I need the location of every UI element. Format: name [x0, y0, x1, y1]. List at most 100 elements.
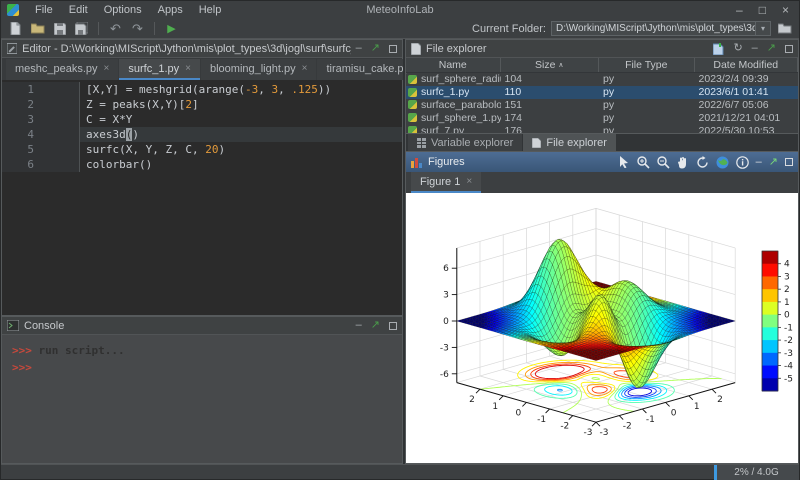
detach-panel-icon[interactable]: ↗	[371, 320, 380, 331]
code-text: C = X*Y	[80, 112, 132, 127]
undo-icon[interactable]: ↶	[107, 21, 124, 36]
column-header-name[interactable]: Name	[406, 58, 501, 72]
editor-tabbar: meshc_peaks.py×surfc_1.py×blooming_light…	[2, 58, 402, 80]
column-header-file-type[interactable]: File Type	[599, 58, 695, 72]
close-tab-icon[interactable]: ×	[466, 176, 472, 187]
new-file-icon[interactable]	[7, 21, 24, 36]
console-header: Console – ↗	[2, 317, 402, 335]
zoom-in-icon[interactable]	[637, 156, 650, 169]
file-row-surf_sphere_radius.py[interactable]: surf_sphere_radius.py104py2023/2/4 09:39	[406, 73, 798, 86]
code-text: [X,Y] = meshgrid(arange(-3, 3, .125))	[80, 82, 331, 97]
figures-header: Figures – ↗	[406, 152, 798, 172]
window-controls: – □ ×	[736, 3, 793, 17]
current-folder-label: Current Folder:	[472, 23, 546, 35]
pan-hand-icon[interactable]	[677, 156, 689, 169]
meteoinfolab-window: FileEditOptionsAppsHelp MeteoInfoLab – □…	[0, 0, 800, 480]
python-file-icon	[408, 113, 417, 122]
detach-panel-icon[interactable]: ↗	[769, 157, 778, 168]
detach-panel-icon[interactable]: ↗	[767, 43, 776, 54]
maximize-panel-icon[interactable]	[389, 322, 397, 330]
save-icon[interactable]	[51, 21, 68, 36]
menu-options[interactable]: Options	[96, 4, 150, 16]
line-number: 6	[2, 157, 40, 172]
fold-margin	[40, 97, 80, 112]
tab-variable-explorer[interactable]: Variable explorer	[408, 134, 522, 151]
file-size: 104	[501, 73, 600, 85]
code-line[interactable]: 4axes3d()	[2, 127, 402, 142]
code-line[interactable]: 6colorbar()	[2, 157, 402, 172]
save-all-icon[interactable]	[73, 21, 90, 36]
open-folder-icon[interactable]	[29, 21, 46, 36]
rotate-icon[interactable]	[696, 156, 709, 169]
console-body[interactable]: >>> run script...>>>	[2, 335, 402, 463]
close-tab-icon[interactable]: ×	[185, 63, 191, 74]
file-row-surfc_1.py[interactable]: surfc_1.py110py2023/6/1 01:41	[406, 86, 798, 99]
editor-tab-meshc_peaks.py[interactable]: meshc_peaks.py×	[6, 59, 118, 80]
toolbar-separator	[98, 22, 99, 35]
current-folder-input[interactable]: D:\Working\MIScript\Jython\mis\plot_type…	[551, 21, 771, 36]
editor-tab-surfc_1.py[interactable]: surfc_1.py×	[119, 59, 200, 80]
console-title: Console	[24, 320, 64, 332]
maximize-panel-icon[interactable]	[785, 158, 793, 166]
file-table-header: NameSize∧File TypeDate Modified	[406, 58, 798, 73]
tab-file-explorer[interactable]: File explorer	[523, 134, 616, 151]
maximize-icon[interactable]: □	[759, 3, 766, 17]
file-table: NameSize∧File TypeDate Modified surf_sph…	[406, 58, 798, 133]
refresh-icon[interactable]: ↻	[733, 43, 742, 54]
code-line[interactable]: 2Z = peaks(X,Y)[2]	[2, 97, 402, 112]
minimize-panel-icon[interactable]: –	[756, 157, 762, 168]
file-date: 2022/6/7 05:06	[695, 99, 798, 111]
minimize-panel-icon[interactable]: –	[356, 320, 362, 331]
chevron-down-icon[interactable]: ▾	[755, 22, 770, 35]
titlebar: FileEditOptionsAppsHelp MeteoInfoLab – □…	[1, 1, 799, 19]
right-column: File explorer ↻ – ↗ NameSize∧File TypeDa…	[405, 39, 799, 464]
code-line[interactable]: 5surfc(X, Y, Z, C, 20)	[2, 142, 402, 157]
close-icon[interactable]: ×	[782, 3, 789, 17]
column-header-size[interactable]: Size∧	[501, 58, 600, 72]
file-size: 174	[501, 112, 600, 124]
maximize-panel-icon[interactable]	[389, 45, 397, 53]
close-tab-icon[interactable]: ×	[104, 63, 110, 74]
memory-indicator[interactable]: 2% / 4.0G	[714, 465, 799, 480]
statusbar: 2% / 4.0G	[1, 464, 799, 479]
column-header-date-modified[interactable]: Date Modified	[695, 58, 798, 72]
minimize-panel-icon[interactable]: –	[752, 43, 758, 54]
file-size: 176	[501, 125, 600, 133]
menubar: FileEditOptionsAppsHelp	[27, 4, 229, 16]
file-page-icon	[532, 138, 541, 148]
file-date: 2023/6/1 01:41	[695, 86, 798, 98]
menu-apps[interactable]: Apps	[150, 4, 191, 16]
select-arrow-icon[interactable]	[619, 156, 630, 168]
figure-canvas[interactable]	[406, 193, 798, 463]
console-line: >>>	[12, 359, 392, 376]
code-line[interactable]: 3C = X*Y	[2, 112, 402, 127]
minimize-panel-icon[interactable]: –	[356, 43, 362, 54]
figure-tab[interactable]: Figure 1 ×	[411, 172, 481, 193]
file-size: 110	[501, 86, 600, 98]
file-row-surf_7.py[interactable]: surf_7.py176py2022/5/30 10:53	[406, 124, 798, 133]
menu-file[interactable]: File	[27, 4, 61, 16]
menu-edit[interactable]: Edit	[61, 4, 96, 16]
main-area: Editor - D:\Working\MIScript\Jython\mis\…	[1, 39, 799, 464]
editor-tab-blooming_light.py[interactable]: blooming_light.py×	[201, 59, 316, 80]
file-row-surf_sphere_1.py[interactable]: surf_sphere_1.py174py2021/12/21 04:01	[406, 111, 798, 124]
code-line[interactable]: 1 [X,Y] = meshgrid(arange(-3, 3, .125))	[2, 82, 402, 97]
maximize-panel-icon[interactable]	[785, 45, 793, 53]
redo-icon[interactable]: ↷	[129, 21, 146, 36]
code-area[interactable]: 1 [X,Y] = meshgrid(arange(-3, 3, .125))2Z…	[2, 80, 402, 315]
line-number: 1	[2, 82, 40, 97]
zoom-out-icon[interactable]	[657, 156, 670, 169]
menu-help[interactable]: Help	[191, 4, 230, 16]
browse-folder-icon[interactable]	[776, 21, 793, 36]
close-tab-icon[interactable]: ×	[302, 63, 308, 74]
memory-label: 2% / 4.0G	[734, 467, 778, 478]
file-row-surface_paraboloid.py[interactable]: surface_paraboloid.py151py2022/6/7 05:06	[406, 99, 798, 112]
minimize-icon[interactable]: –	[736, 3, 743, 17]
editor-icon	[7, 43, 17, 54]
detach-panel-icon[interactable]: ↗	[371, 43, 380, 54]
run-script-icon[interactable]: ▶	[163, 21, 180, 36]
info-icon[interactable]	[736, 156, 749, 169]
new-file-icon[interactable]	[713, 43, 724, 55]
file-size: 151	[501, 99, 600, 111]
globe-icon[interactable]	[716, 156, 729, 169]
